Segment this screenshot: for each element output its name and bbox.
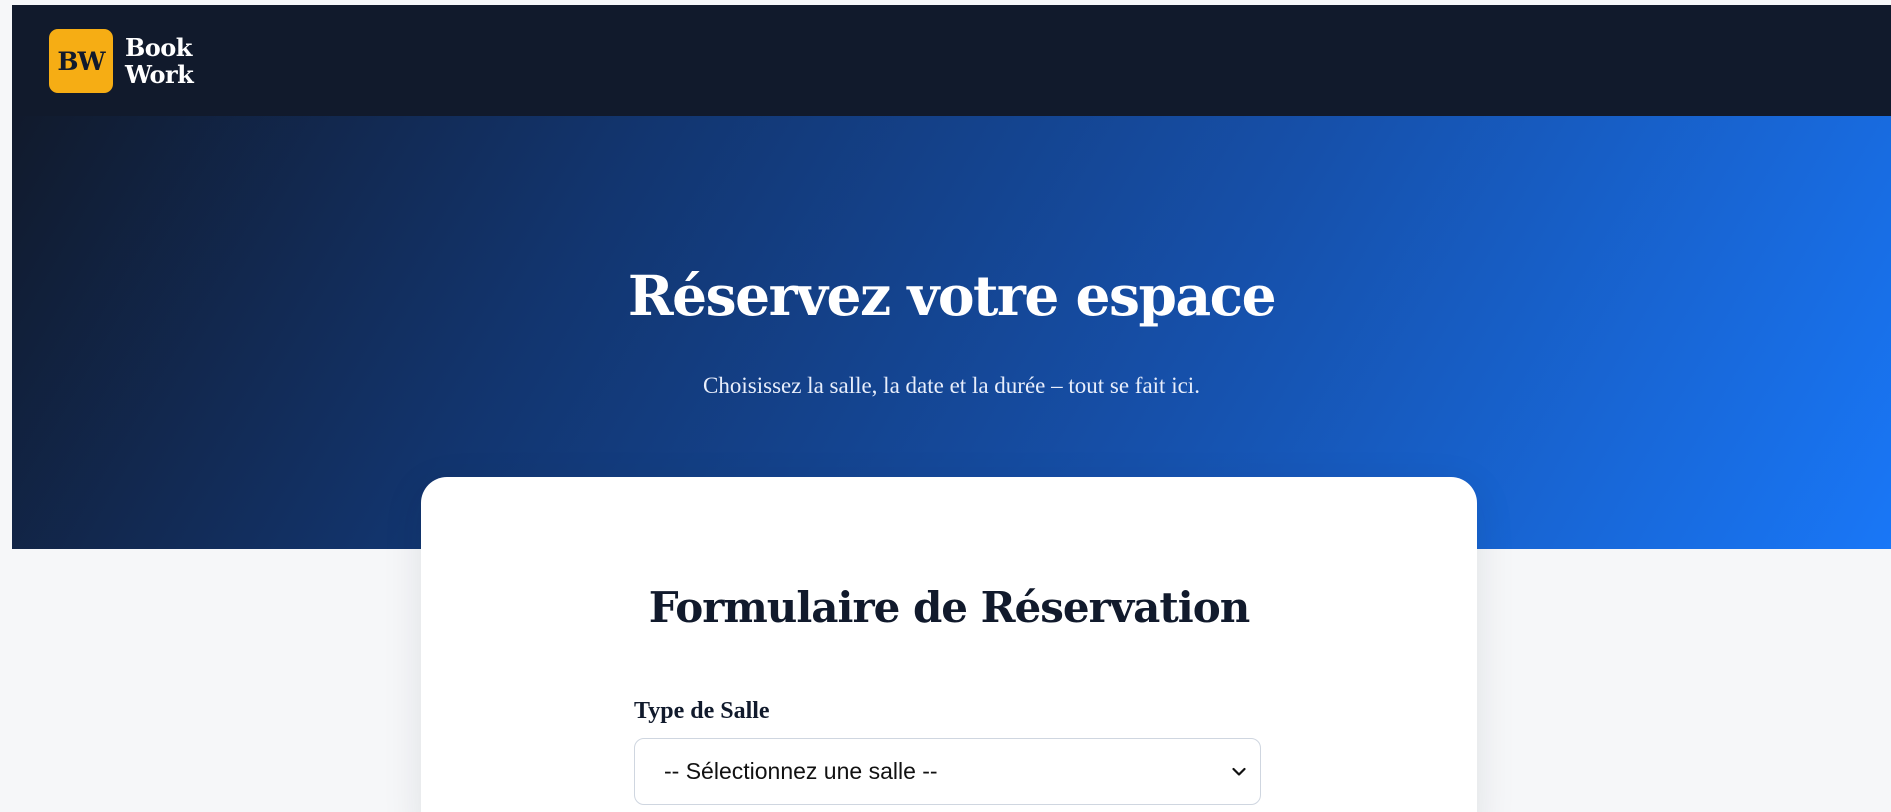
page-background: BW Book Work Réservez votre espace Chois… — [0, 0, 1891, 812]
reservation-form-card: Formulaire de Réservation Type de Salle … — [421, 477, 1477, 812]
brand-badge: BW — [49, 29, 113, 93]
hero-title: Réservez votre espace — [627, 263, 1277, 328]
brand-name: Book Work — [125, 33, 194, 89]
hero-subtitle: Choisissez la salle, la date et la durée… — [703, 373, 1200, 398]
form-title: Formulaire de Réservation — [648, 583, 1251, 632]
navbar: BW Book Work — [12, 5, 1891, 116]
room-type-label: Type de Salle — [634, 698, 770, 724]
brand-name-line1: Book — [125, 33, 192, 62]
room-type-selected-value: -- Sélectionnez une salle -- — [664, 758, 938, 784]
chevron-down-icon — [1232, 765, 1246, 779]
brand-name-line2: Work — [125, 60, 194, 89]
browser-viewport: BW Book Work Réservez votre espace Chois… — [12, 5, 1891, 812]
brand-logo-link[interactable]: BW Book Work — [49, 29, 194, 93]
room-type-select[interactable]: -- Sélectionnez une salle -- — [634, 738, 1261, 805]
